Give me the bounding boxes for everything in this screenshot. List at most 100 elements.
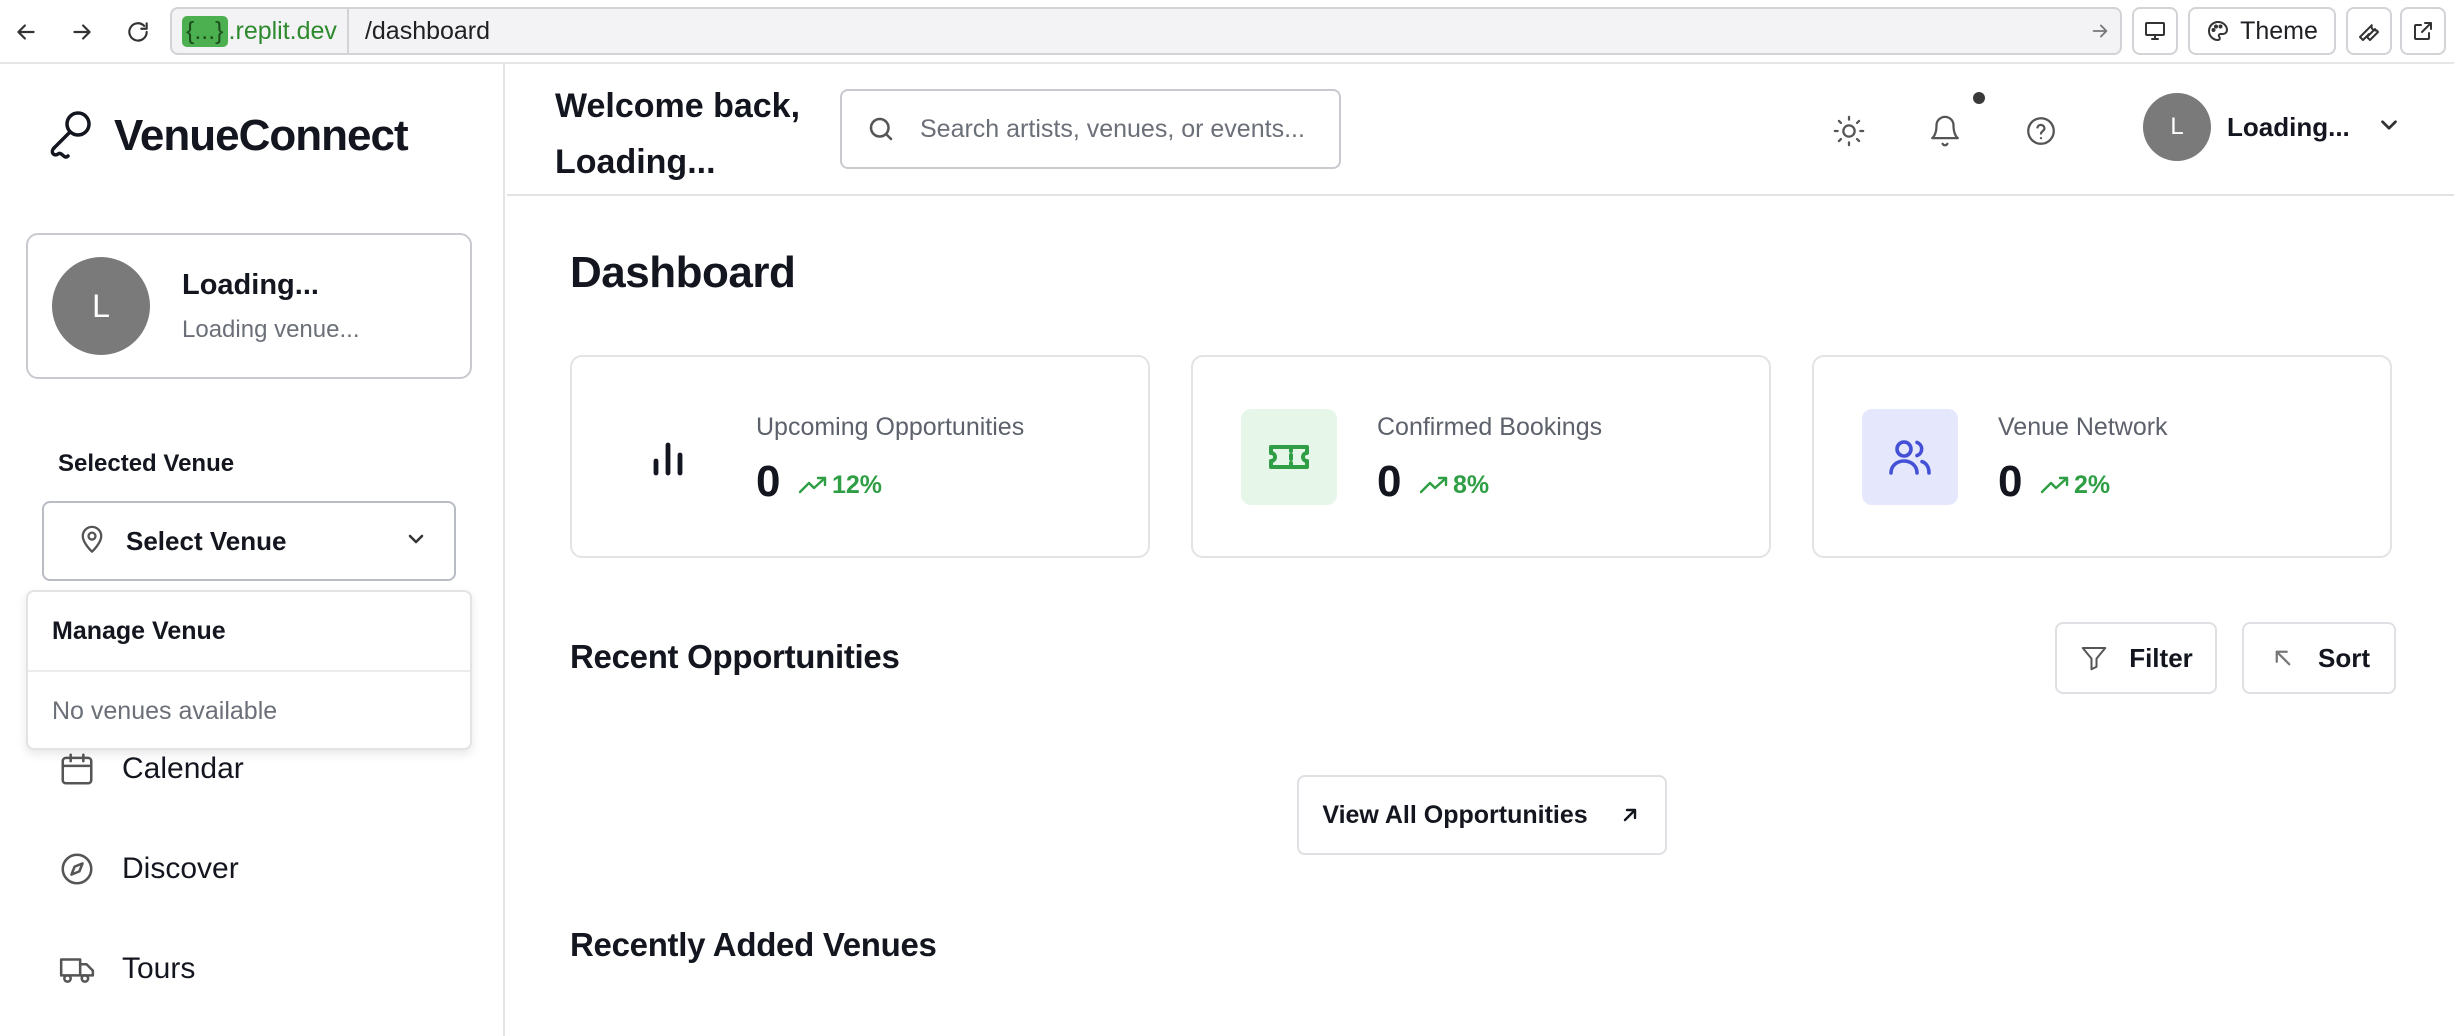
chevron-down-icon (2376, 112, 2402, 143)
map-pin-icon (78, 524, 106, 559)
stat-value: 0 (1998, 457, 2023, 506)
selected-venue-label: Selected Venue (58, 450, 235, 477)
trending-up-icon (2040, 476, 2069, 493)
help-button[interactable] (2019, 109, 2063, 153)
devtools-button[interactable] (2346, 7, 2392, 55)
stat-label: Venue Network (1998, 413, 2168, 441)
bell-icon (1931, 115, 1959, 147)
trending-up-icon (1419, 476, 1448, 493)
no-venues-message: No venues available (52, 696, 278, 725)
stat-value: 0 (1377, 457, 1402, 506)
user-name: Loading... (2227, 111, 2350, 142)
arrow-right-icon (2092, 24, 2108, 38)
sun-icon (1833, 115, 1865, 147)
stat-trend-value: 12% (832, 471, 883, 499)
truck-icon (59, 958, 95, 983)
stat-trend-value: 8% (1453, 471, 1490, 499)
user-menu[interactable]: L Loading... (2143, 93, 2402, 161)
sidebar-item-calendar[interactable]: Calendar (58, 750, 244, 788)
stat-trend: 8% (1419, 471, 1489, 500)
reload-button[interactable] (118, 12, 158, 52)
palette-icon (2208, 21, 2229, 41)
view-all-opportunities-button[interactable]: View All Opportunities (1297, 775, 1667, 855)
sort-label: Sort (2318, 642, 2370, 673)
brand-logo[interactable]: VenueConnect (46, 108, 409, 164)
venue-dropdown: Manage Venue No venues available (26, 590, 472, 750)
url-path[interactable]: /dashboard (349, 17, 2080, 46)
back-button[interactable] (6, 12, 46, 52)
brand-name: VenueConnect (114, 111, 409, 160)
trending-up-icon (798, 476, 827, 493)
profile-venue: Loading venue... (182, 315, 360, 343)
url-host-domain: .replit.dev (228, 16, 337, 45)
sidebar-item-tours[interactable]: Tours (58, 950, 195, 988)
theme-label: Theme (2240, 16, 2318, 45)
sidebar-item-discover[interactable]: Discover (58, 850, 239, 888)
browser-toolbar: {...} .replit.dev /dashboard Theme (0, 0, 2454, 64)
view-all-label: View All Opportunities (1322, 800, 1588, 829)
recent-opportunities-title: Recent Opportunities (570, 638, 900, 675)
url-go-button[interactable] (2080, 20, 2120, 42)
stat-trend: 12% (798, 471, 882, 500)
welcome-message: Welcome back, Loading... (555, 87, 801, 181)
avatar: L (52, 257, 150, 355)
profile-card[interactable]: L Loading... Loading venue... (26, 233, 472, 379)
compass-icon (61, 853, 93, 885)
stat-icon-container (1241, 409, 1337, 505)
help-circle-icon (2027, 117, 2055, 145)
venue-select[interactable]: Select Venue (42, 501, 456, 581)
filter-label: Filter (2129, 642, 2193, 673)
theme-button[interactable]: Theme (2188, 7, 2336, 55)
top-header: Welcome back, Loading... L Loading... (507, 64, 2454, 196)
profile-name: Loading... (182, 268, 319, 301)
stat-icon-container (620, 409, 716, 505)
stat-trend: 2% (2040, 471, 2110, 500)
forward-button[interactable] (62, 12, 102, 52)
arrow-right-icon (73, 24, 91, 40)
bar-chart-icon (653, 442, 683, 476)
url-host-pill: {...} (182, 15, 228, 47)
arrow-up-left-icon (2275, 650, 2291, 666)
filter-icon (2081, 647, 2107, 671)
address-bar[interactable]: {...} .replit.dev /dashboard (170, 7, 2122, 55)
notification-dot (1973, 92, 1985, 104)
venue-select-label: Select Venue (126, 525, 287, 556)
page-title: Dashboard (570, 248, 796, 297)
search-box[interactable] (840, 89, 1341, 169)
stat-card-upcoming-opportunities[interactable]: Upcoming Opportunities 0 12% (570, 355, 1150, 558)
ticket-icon (1269, 445, 1309, 469)
sidebar-item-label: Discover (122, 852, 239, 885)
microphone-icon (50, 111, 91, 159)
stat-value: 0 (756, 457, 781, 506)
users-icon (1889, 440, 1931, 475)
search-icon (869, 117, 893, 141)
open-new-tab-button[interactable] (2400, 7, 2446, 55)
monitor-icon (2145, 22, 2165, 40)
wrench-icon (2359, 24, 2379, 41)
stat-card-venue-network[interactable]: Venue Network 0 2% (1812, 355, 2392, 558)
notifications-button[interactable] (1923, 109, 1967, 153)
sidebar: VenueConnect L Loading... Loading venue.… (0, 64, 505, 1036)
filter-button[interactable]: Filter (2055, 622, 2217, 694)
chevron-down-icon (404, 527, 428, 556)
sidebar-item-label: Calendar (122, 752, 244, 785)
device-preview-button[interactable] (2132, 7, 2178, 55)
calendar-icon (61, 753, 93, 785)
search-input[interactable] (920, 114, 1320, 144)
arrow-left-icon (17, 24, 35, 40)
url-host: {...} .replit.dev (172, 9, 349, 53)
recently-added-venues-title: Recently Added Venues (570, 926, 937, 963)
stat-trend-value: 2% (2074, 471, 2111, 499)
arrow-up-right-icon (1623, 808, 1636, 822)
external-link-icon (2414, 22, 2432, 40)
stat-icon-container (1862, 409, 1958, 505)
manage-venue-item[interactable]: Manage Venue (28, 592, 470, 672)
avatar: L (2143, 93, 2211, 161)
theme-toggle-button[interactable] (1827, 109, 1871, 153)
reload-icon (128, 22, 148, 42)
sidebar-item-label: Tours (122, 952, 196, 985)
stat-label: Upcoming Opportunities (756, 413, 1025, 441)
stat-label: Confirmed Bookings (1377, 413, 1603, 441)
stat-card-confirmed-bookings[interactable]: Confirmed Bookings 0 8% (1191, 355, 1771, 558)
sort-button[interactable]: Sort (2242, 622, 2396, 694)
